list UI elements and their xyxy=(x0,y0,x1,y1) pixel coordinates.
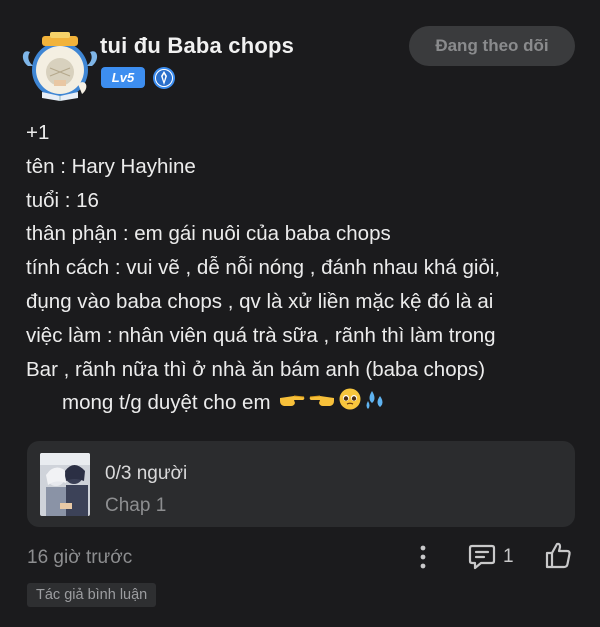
username[interactable]: tui đu Baba chops xyxy=(100,33,294,59)
avatar[interactable] xyxy=(20,30,100,102)
level-badge: Lv5 xyxy=(101,67,145,88)
rank-shield-icon xyxy=(152,66,176,90)
thumbs-up-icon xyxy=(545,542,571,569)
post-content: +1 tên : Hary Hayhine tuổi : 16 thân phậ… xyxy=(26,116,586,421)
story-card[interactable]: 0/3 người Chap 1 xyxy=(27,441,575,527)
comment-count: 1 xyxy=(503,546,514,567)
pointing-left-icon xyxy=(308,387,336,421)
content-line: tên : Hary Hayhine xyxy=(26,154,196,178)
content-line: tuổi : 16 xyxy=(26,188,99,212)
author-comment-tag: Tác giả bình luận xyxy=(27,583,157,607)
more-vertical-icon xyxy=(420,545,426,569)
comment-icon xyxy=(468,544,496,570)
timestamp: 16 giờ trước xyxy=(27,547,133,568)
content-line: thân phận : em gái nuôi của baba chops xyxy=(26,222,391,246)
pointing-right-icon xyxy=(278,387,306,421)
story-chapter: Chap 1 xyxy=(105,495,167,516)
content-line: tính cách : vui vẽ , dễ nỗi nóng , đánh … xyxy=(26,256,501,280)
like-button[interactable] xyxy=(543,540,573,570)
story-cover-image xyxy=(40,453,90,516)
content-line: mong t/g duyệt cho em xyxy=(62,391,271,415)
content-line: +1 xyxy=(26,121,50,144)
story-participants: 0/3 người xyxy=(105,463,188,484)
following-button[interactable]: Đang theo dõi xyxy=(409,26,575,66)
content-line-last: mong t/g duyệt cho em xyxy=(26,386,586,421)
more-options-button[interactable] xyxy=(413,543,433,571)
content-line: đụng vào baba chops , qv là xử liền mặc … xyxy=(26,289,494,313)
sweat-droplets-icon xyxy=(364,387,390,422)
content-line: Bar , rãnh nữa thì ở nhà ăn bám anh (bab… xyxy=(26,357,486,381)
comment-button[interactable]: 1 xyxy=(467,542,514,572)
content-line: việc làm : nhân viên quá trà sữa , rãnh … xyxy=(26,323,496,347)
pleading-face-icon xyxy=(338,387,362,422)
